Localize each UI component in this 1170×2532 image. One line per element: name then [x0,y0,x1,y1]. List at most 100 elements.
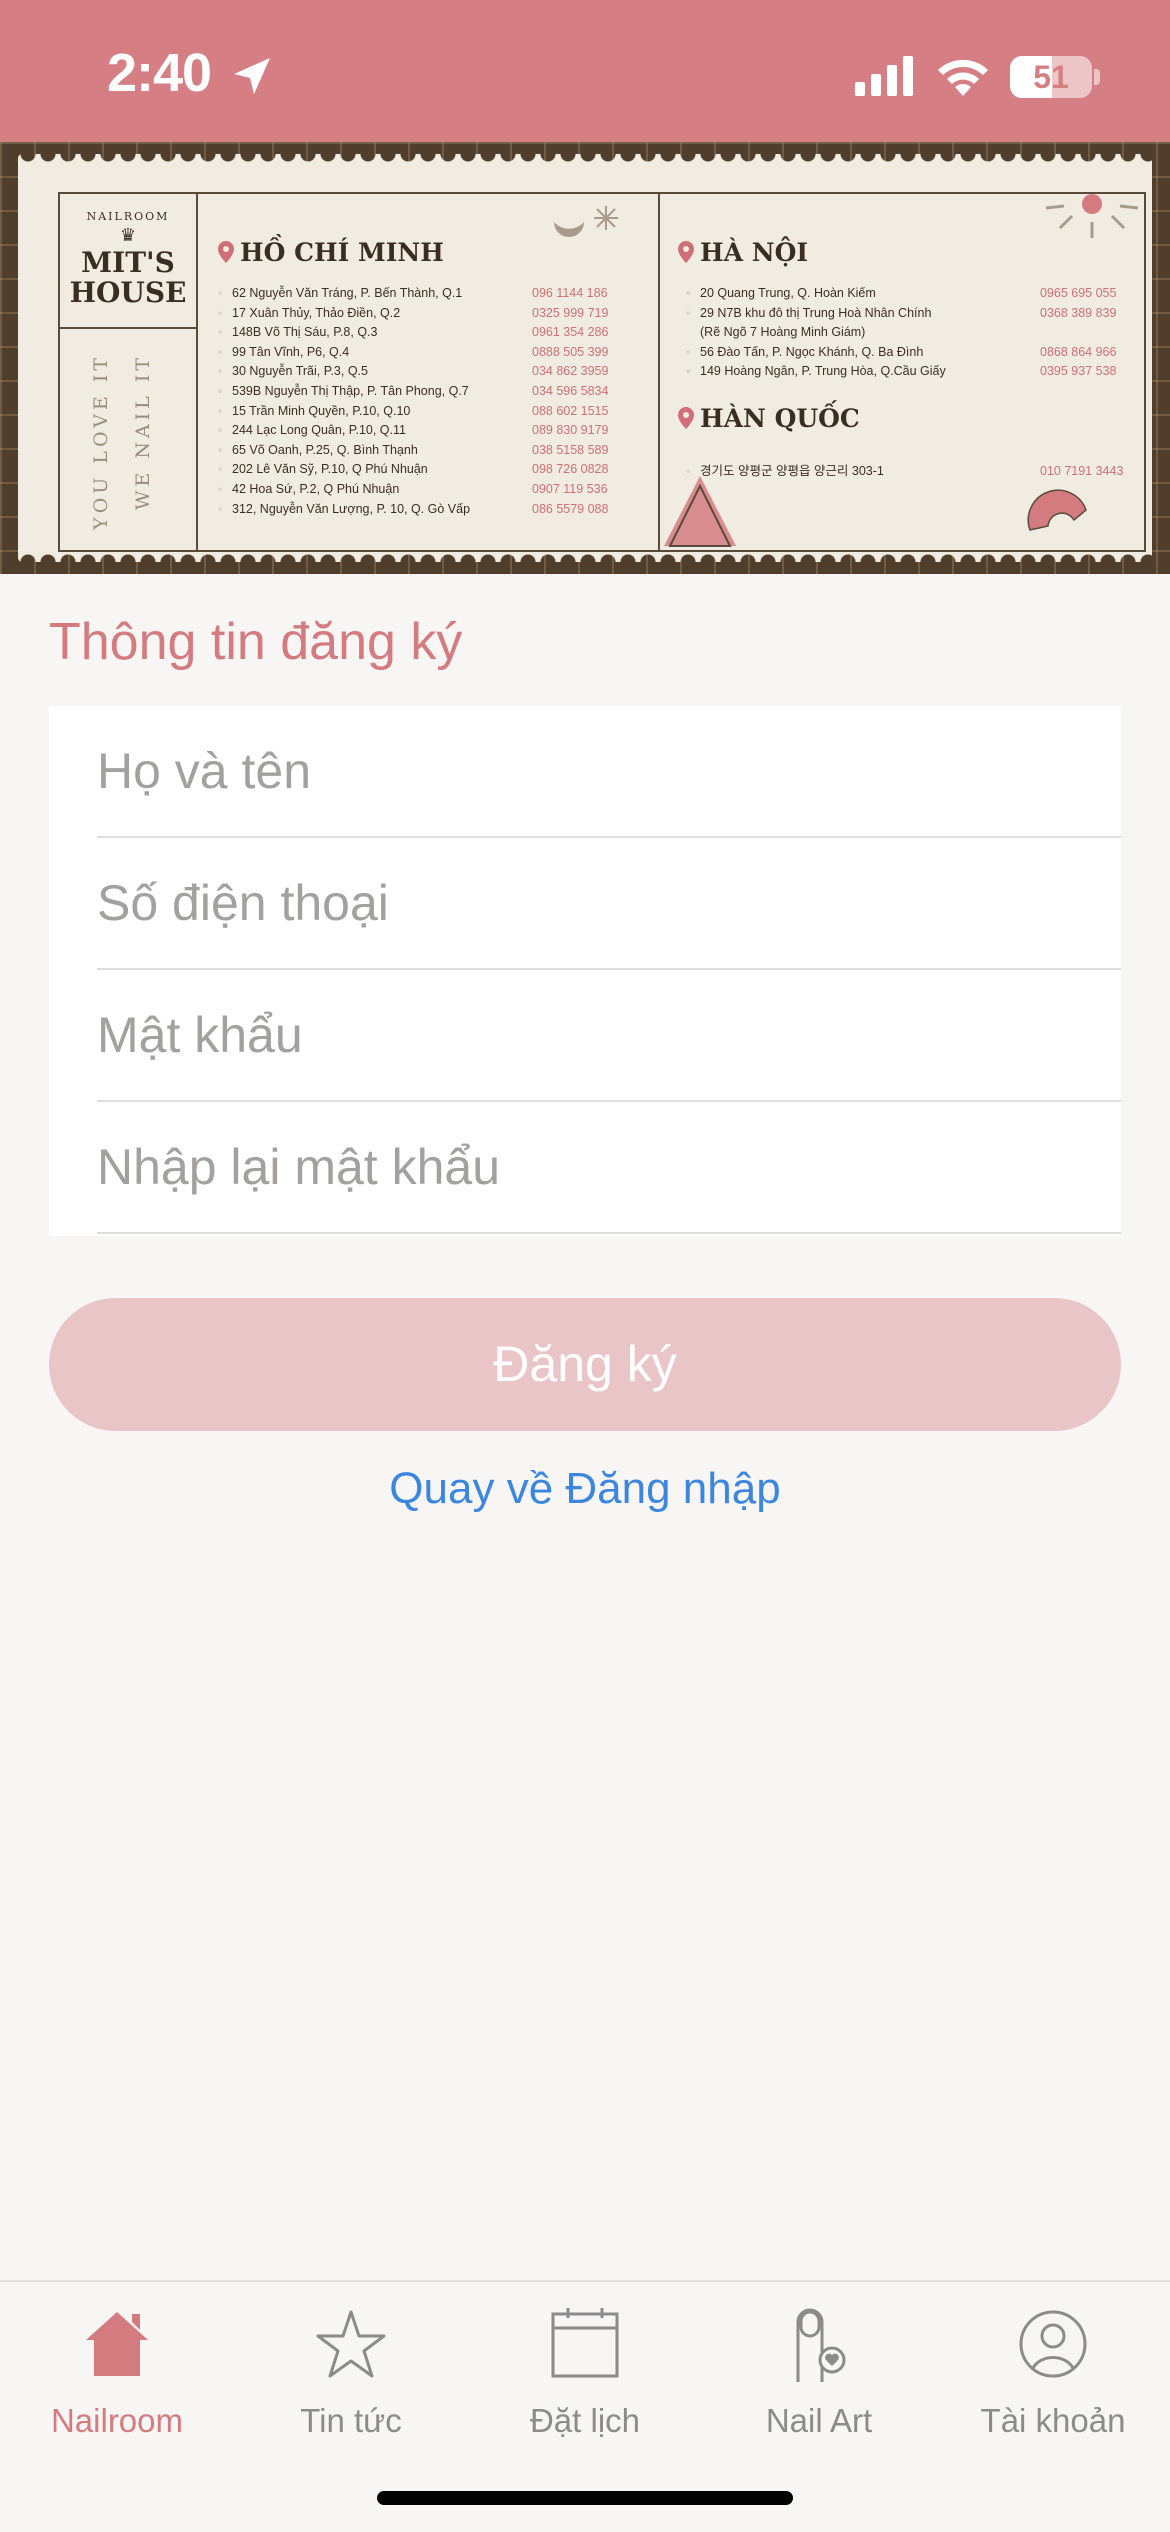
tab-account[interactable]: Tài khoản [936,2296,1170,2496]
password-field [97,970,1121,1102]
back-to-login-link[interactable]: Quay về Đăng nhập [0,1464,1170,1514]
register-button[interactable]: Đăng ký [49,1298,1121,1431]
phone-number: 0888 505 399 [532,344,609,359]
tab-label: Tin tức [300,2402,402,2439]
address-item: 244 Lạc Long Quân, P.10, Q.11 089 830 917… [218,421,652,441]
user-icon [1019,2310,1087,2378]
address-item: 15 Trần Minh Quyền, P.10, Q.10 088 602 15… [218,402,652,422]
phone-number: 086 5579 088 [532,501,609,516]
address-text: 17 Xuân Thủy, Thảo Điền, Q.2 [232,305,401,320]
phone-number: 088 602 1515 [532,403,609,418]
brand-name-line1: MIT'S [81,246,175,279]
address-item: 20 Quang Trung, Q. Hoàn Kiếm 0965 695 055 [686,284,1140,304]
battery-icon: 51 [1010,56,1092,98]
stamp-card: NAILROOM ♛ MIT'S HOUSE YOU LOVE IT WE NA… [18,154,1152,562]
brand-crest-icon: ♛ [119,225,137,246]
home-indicator [377,2491,793,2505]
address-text: 29 N7B khu đô thị Trung Hoà Nhân Chính [700,305,932,320]
moon-decoration-icon [1106,468,1135,499]
phone-number: 034 862 3959 [532,364,609,379]
brand-column: NAILROOM ♛ MIT'S HOUSE YOU LOVE IT WE NA… [60,194,198,550]
tab-label: Nail Art [765,2402,873,2439]
phone-input[interactable] [97,838,1121,968]
nail-heart-icon [796,2308,846,2382]
phone-number: 0965 695 055 [1040,286,1117,300]
confirm-password-field [97,1102,1121,1234]
tagline-line1: YOU LOVE IT [90,354,112,530]
hcm-title: HỒ CHÍ MINH [218,238,444,267]
hn-address-list: 20 Quang Trung, Q. Hoàn Kiếm 0965 695 055… [686,284,1140,382]
hcm-title-text: HỒ CHÍ MINH [240,238,444,267]
tab-news[interactable]: Tin tức [234,2296,468,2496]
address-text: 65 Võ Oanh, P.25, Q. Bình Thạnh [232,442,418,457]
confirm-password-input[interactable] [97,1102,1121,1232]
address-item: 56 Đào Tấn, P. Ngọc Khánh, Q. Ba Đình 086… [686,343,1140,363]
address-text: 62 Nguyễn Văn Tráng, P. Bến Thành, Q.1 [232,286,463,300]
kr-title: HÀN QUỐC [678,404,860,433]
kr-address-list: 경기도 양평군 양평읍 양근리 303-1010 7191 3443 [686,462,1140,482]
tab-nail-art[interactable]: Nail Art [702,2296,936,2496]
brand-small-text: NAILROOM [86,210,170,223]
address-item: 30 Nguyễn Trãi, P.3, Q.5 034 862 3959 [218,362,652,382]
moon-star-decoration-icon [554,206,618,237]
store-locations-banner: NAILROOM ♛ MIT'S HOUSE YOU LOVE IT WE NA… [0,142,1170,574]
address-item: 65 Võ Oanh, P.25, Q. Bình Thạnh 038 5158 … [218,441,652,461]
tab-nailroom[interactable]: Nailroom [0,2296,234,2496]
address-item: (Rẽ Ngõ 7 Hoàng Minh Giám) [700,323,1140,343]
map-pin-icon [218,241,234,263]
brand-logo: NAILROOM ♛ MIT'S HOUSE [60,194,196,329]
full-name-input[interactable] [97,706,1121,836]
tagline-line2: WE NAIL IT [132,354,154,511]
battery-nub [1094,69,1100,85]
address-item: 17 Xuân Thủy, Thảo Điền, Q.2 0325 999 719 [218,304,652,324]
phone-number: 098 726 0828 [532,462,609,477]
tab-label: Đặt lịch [529,2402,641,2439]
kr-title-text: HÀN QUỐC [700,404,860,433]
hn-title: HÀ NỘI [678,238,808,267]
map-pin-icon [678,407,694,429]
phone-number: 0368 389 839 [1040,305,1117,320]
calendar-icon [551,2308,619,2378]
address-text: 149 Hoàng Ngân, P. Trung Hòa, Q.Cầu Giấy [700,364,946,379]
phone-number: 0907 119 536 [532,481,608,496]
address-text: (Rẽ Ngõ 7 Hoàng Minh Giám) [700,325,866,340]
tab-label: Nailroom [50,2402,184,2439]
phone-number: 034 596 5834 [532,383,609,398]
house-icon [86,2312,148,2376]
location-arrow-icon [234,58,270,94]
address-item: 경기도 양평군 양평읍 양근리 303-1010 7191 3443 [686,462,1140,482]
address-item: 202 Lê Văn Sỹ, P.10, Q Phú Nhuận 098 726 … [218,460,652,480]
address-text: 312, Nguyễn Văn Lượng, P. 10, Q. Gò Vấp [232,501,471,516]
brand-name-line2: HOUSE [69,276,187,309]
battery-level: 51 [1033,59,1069,95]
address-item: 42 Hoa Sứ, P.2, Q Phú Nhuận 0907 119 536 [218,480,652,500]
triangle-decoration-icon [664,476,736,547]
phone-number: 096 1144 186 [532,286,608,300]
address-item: 99 Tân Vĩnh, P6, Q.4 0888 505 399 [218,343,652,363]
arch-decoration-icon [1027,489,1087,531]
address-text: 244 Lạc Long Quân, P.10, Q.11 [232,423,406,438]
address-text: 42 Hoa Sứ, P.2, Q Phú Nhuận [232,481,400,496]
wifi-icon [938,59,988,96]
tab-booking[interactable]: Đặt lịch [468,2296,702,2496]
full-name-field [97,706,1121,838]
phone-number: 0868 864 966 [1040,344,1117,359]
password-input[interactable] [97,970,1121,1100]
phone-number: 038 5158 589 [532,442,609,457]
phone-number: 0961 354 286 [532,325,609,340]
address-text: 539B Nguyễn Thị Thập, P. Tân Phong, Q.7 [232,383,469,398]
hn-title-text: HÀ NỘI [700,238,809,267]
address-text: 30 Nguyễn Trãi, P.3, Q.5 [232,364,368,379]
phone-number: 0395 937 538 [1040,364,1117,379]
address-text: 15 Trần Minh Quyền, P.10, Q.10 [232,403,411,418]
map-pin-icon [678,241,694,263]
status-bar: 2:40 51 [0,0,1170,142]
star-icon [316,2310,386,2378]
registration-form [49,706,1121,1236]
phone-number: 0325 999 719 [532,305,609,320]
cellular-signal-icon [855,56,913,96]
address-item: 539B Nguyễn Thị Thập, P. Tân Phong, Q.7 0… [218,382,652,402]
address-text: 202 Lê Văn Sỹ, P.10, Q Phú Nhuận [232,462,428,477]
address-item: 149 Hoàng Ngân, P. Trung Hòa, Q.Cầu Giấy… [686,362,1140,382]
tab-label: Tài khoản [980,2402,1126,2439]
